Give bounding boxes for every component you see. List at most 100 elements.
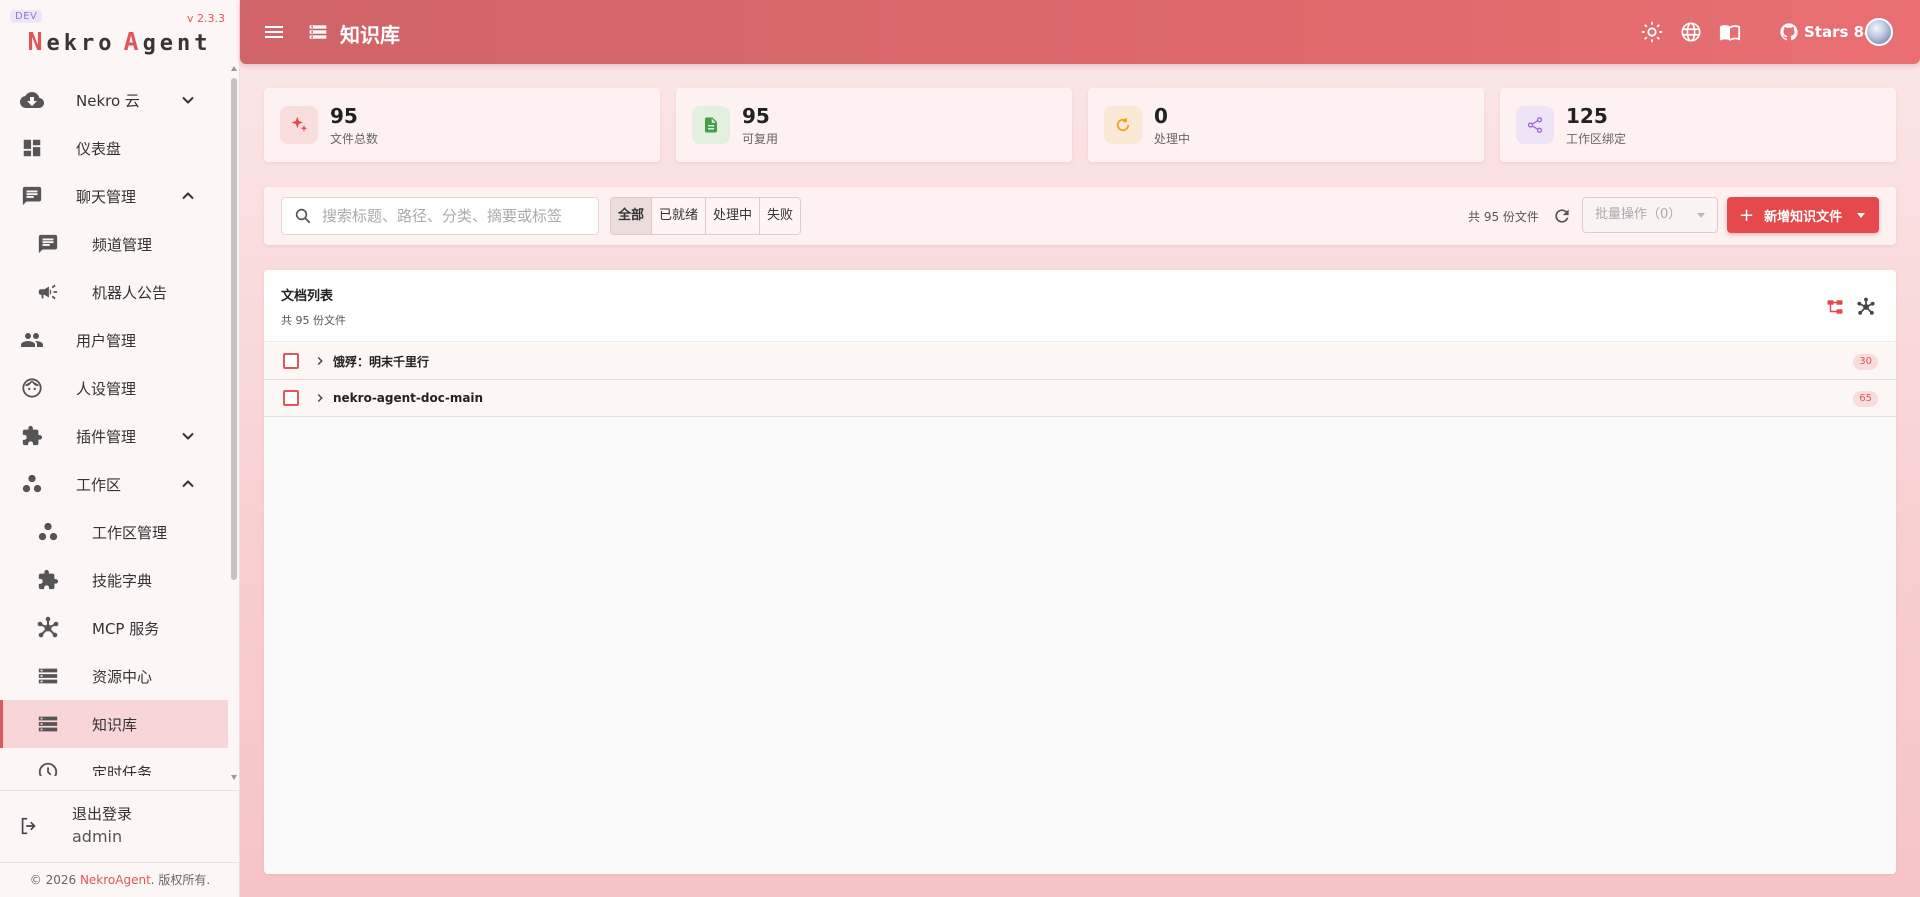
bulk-actions-label: 批量操作（0） (1595, 207, 1682, 222)
sidebar-item-bot-announcement[interactable]: 机器人公告 (0, 268, 228, 316)
megaphone-icon (36, 280, 60, 304)
sidebar: DEV v 2.3.3 NekroAgent Nekro 云 仪表盘 聊天管理 (0, 0, 240, 897)
menu-icon[interactable] (262, 20, 286, 44)
bulk-actions-dropdown[interactable]: 批量操作（0） (1582, 197, 1718, 233)
search-input[interactable] (322, 207, 598, 225)
docs-book-icon[interactable] (1719, 21, 1741, 43)
share-icon (1516, 106, 1554, 144)
stat-card-total-files: 95 文件总数 (264, 88, 660, 162)
search-box (281, 197, 599, 235)
sidebar-item-channel-management[interactable]: 频道管理 (0, 220, 228, 268)
top-app-bar: 知识库 Stars 846 (240, 0, 1920, 64)
file-count-text: 共 95 份文件 (1468, 210, 1539, 224)
stat-value: 0 (1154, 104, 1168, 128)
app-logo[interactable]: Nekro Agent (0, 27, 239, 56)
folder-row[interactable]: nekro-agent-doc-main 65 (264, 380, 1896, 417)
sidebar-item-plugin-management[interactable]: 插件管理 (0, 412, 228, 460)
username: admin (72, 827, 123, 846)
sidebar-item-label: 技能字典 (92, 571, 153, 590)
puzzle-icon (20, 424, 44, 448)
stat-value: 95 (742, 104, 770, 128)
stat-label: 可复用 (742, 132, 779, 146)
stat-card-reusable: 95 可复用 (676, 88, 1072, 162)
tree-view-icon[interactable] (1826, 298, 1844, 316)
stat-card-workspace-bindings: 125 工作区绑定 (1500, 88, 1896, 162)
copyright: © 2026 NekroAgent. 版权所有. (0, 862, 240, 897)
list-icon (309, 25, 327, 39)
stat-card-processing: 0 处理中 (1088, 88, 1484, 162)
sidebar-item-workspace[interactable]: 工作区 (0, 460, 228, 508)
sidebar-item-dashboard[interactable]: 仪表盘 (0, 124, 228, 172)
refresh-icon[interactable] (1552, 206, 1572, 226)
sidebar-item-label: 工作区 (76, 475, 122, 494)
filter-all-button[interactable]: 全部 (611, 198, 653, 234)
plus-icon: + (1739, 204, 1755, 226)
stat-label: 文件总数 (330, 132, 379, 146)
cloud-download-icon (20, 88, 44, 112)
scroll-up-arrow[interactable] (231, 66, 237, 71)
add-button-label: 新增知识文件 (1764, 209, 1843, 225)
list-icon (36, 664, 60, 688)
sidebar-item-user-management[interactable]: 用户管理 (0, 316, 228, 364)
sidebar-item-scheduled-tasks[interactable]: 定时任务 (0, 748, 228, 776)
row-checkbox[interactable] (283, 353, 299, 369)
sidebar-scrollbar[interactable] (229, 64, 239, 780)
sidebar-item-label: 资源中心 (92, 667, 153, 686)
chevron-down-icon (182, 96, 194, 104)
chevron-down-icon (182, 432, 194, 440)
sidebar-item-label: 仪表盘 (76, 139, 122, 158)
scroll-down-arrow[interactable] (231, 775, 237, 780)
add-knowledge-file-button[interactable]: + 新增知识文件 (1727, 197, 1879, 233)
chevron-up-icon (182, 192, 194, 200)
chevron-right-icon[interactable] (313, 391, 327, 405)
sidebar-item-chat-management[interactable]: 聊天管理 (0, 172, 228, 220)
sidebar-item-label: MCP 服务 (92, 619, 160, 638)
version-label: v 2.3.3 (187, 12, 225, 25)
document-icon (692, 106, 730, 144)
sidebar-item-mcp-service[interactable]: MCP 服务 (0, 604, 228, 652)
sidebar-item-knowledge-base[interactable]: 知识库 (0, 700, 228, 748)
folder-name: 饿殍：明末千里行 (333, 354, 430, 369)
chevron-up-icon (182, 480, 194, 488)
filter-ready-button[interactable]: 已就绪 (652, 198, 707, 234)
sidebar-item-persona-management[interactable]: 人设管理 (0, 364, 228, 412)
graph-view-icon[interactable] (1856, 297, 1876, 317)
chevron-right-icon[interactable] (313, 354, 327, 368)
copyright-brand-link[interactable]: NekroAgent (80, 873, 151, 887)
language-globe-icon[interactable] (1680, 21, 1702, 43)
document-list-panel: 文档列表 共 95 份文件 饿殍：明末千里行 30 nekro-agent-do… (264, 270, 1896, 874)
clock-icon (36, 760, 60, 776)
folder-count-badge: 65 (1853, 391, 1878, 407)
theme-toggle-icon[interactable] (1641, 21, 1663, 43)
folder-row[interactable]: 饿殍：明末千里行 30 (264, 343, 1896, 380)
scrollbar-thumb[interactable] (231, 78, 237, 580)
search-icon (295, 208, 311, 224)
filter-processing-button[interactable]: 处理中 (706, 198, 761, 234)
github-icon (1780, 23, 1798, 41)
stat-label: 处理中 (1154, 132, 1191, 146)
folder-count-badge: 30 (1853, 354, 1878, 370)
workspace-icon (20, 472, 44, 496)
workspace-icon (36, 520, 60, 544)
sidebar-item-nekro-cloud[interactable]: Nekro 云 (0, 76, 228, 124)
sidebar-item-label: 定时任务 (92, 763, 153, 777)
logout-icon (21, 817, 36, 835)
face-icon (20, 376, 44, 400)
caret-down-icon (1697, 213, 1705, 218)
chat-icon (36, 232, 60, 256)
logout-button[interactable]: 退出登录 admin (0, 790, 240, 854)
stat-value: 125 (1566, 104, 1608, 128)
row-checkbox[interactable] (283, 390, 299, 406)
user-avatar[interactable] (1865, 18, 1893, 46)
filter-failed-button[interactable]: 失败 (760, 198, 801, 234)
sidebar-header: DEV v 2.3.3 Nekro Agent (0, 0, 239, 64)
sidebar-item-skill-dictionary[interactable]: 技能字典 (0, 556, 228, 604)
caret-down-icon[interactable] (1857, 213, 1865, 218)
sync-icon (1104, 106, 1142, 144)
sidebar-item-label: 插件管理 (76, 427, 137, 446)
chat-icon (20, 184, 44, 208)
sidebar-item-workspace-management[interactable]: 工作区管理 (0, 508, 228, 556)
sidebar-item-label: 人设管理 (76, 379, 137, 398)
sidebar-item-label: 机器人公告 (92, 283, 168, 302)
sidebar-item-resource-center[interactable]: 资源中心 (0, 652, 228, 700)
